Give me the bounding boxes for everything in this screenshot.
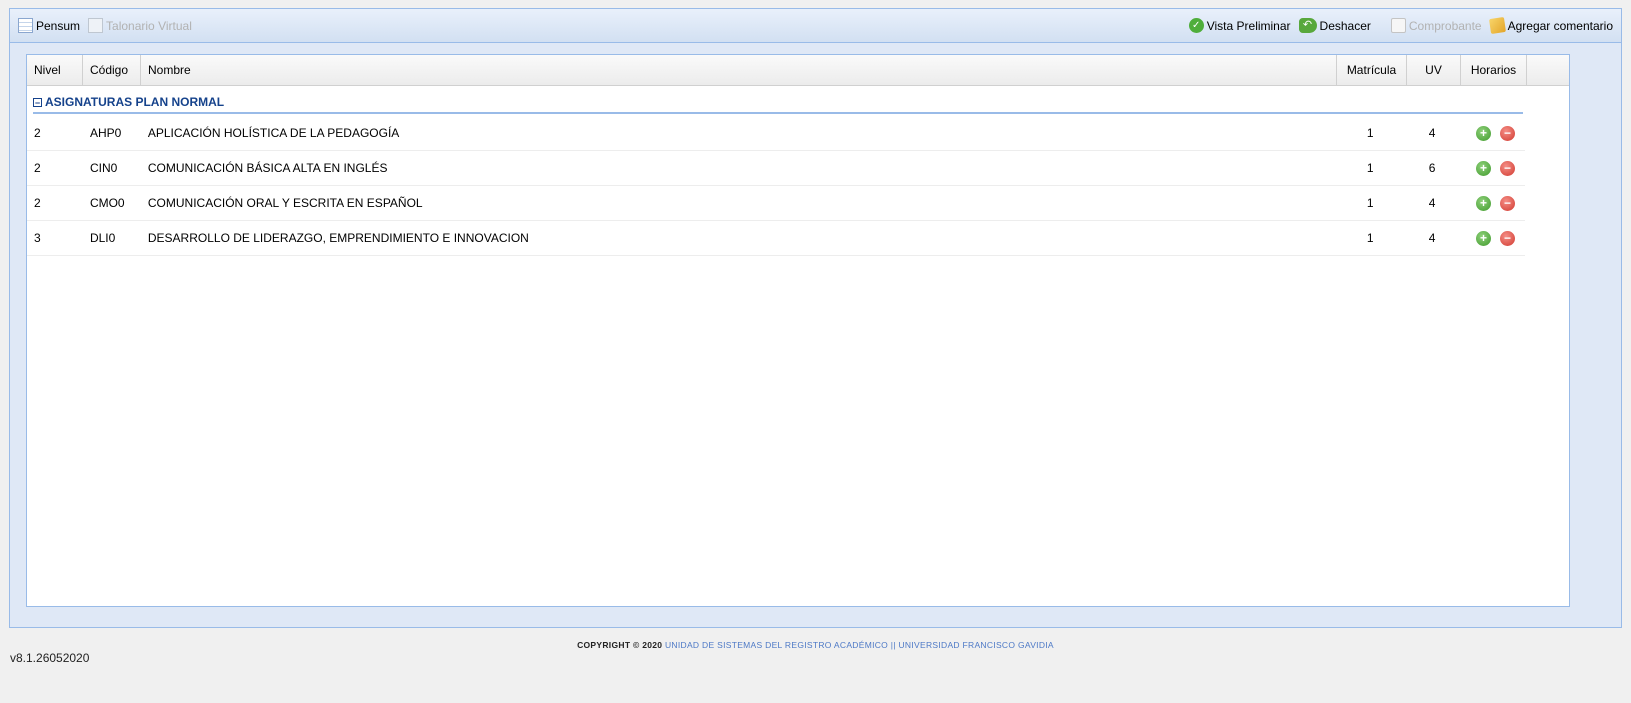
talonario-label: Talonario Virtual	[106, 18, 192, 33]
cell-nivel: 2	[34, 161, 41, 175]
grid-rows: 2 AHP0 APLICACIÓN HOLÍSTICA DE LA PEDAGO…	[27, 116, 1525, 256]
col-header-codigo[interactable]: Código	[83, 55, 141, 85]
copyright-text: COPYRIGHT © 2020	[577, 640, 663, 650]
col-header-uv[interactable]: UV	[1407, 55, 1461, 85]
cell-nombre: COMUNICACIÓN ORAL Y ESCRITA EN ESPAÑOL	[147, 196, 423, 210]
col-header-matricula[interactable]: Matrícula	[1337, 55, 1407, 85]
cell-horarios: + −	[1459, 125, 1525, 141]
cell-codigo: CIN0	[89, 161, 118, 175]
cell-horarios: + −	[1459, 195, 1525, 211]
cell-nombre: DESARROLLO DE LIDERAZGO, EMPRENDIMIENTO …	[147, 231, 529, 245]
cell-uv: 4	[1428, 196, 1436, 210]
pensum-button[interactable]: Pensum	[14, 15, 84, 37]
toolbar: Pensum Talonario Virtual ✓ Vista Prelimi…	[10, 9, 1621, 43]
cell-codigo: CMO0	[89, 196, 125, 210]
add-schedule-button[interactable]: +	[1476, 160, 1492, 176]
cell-uv: 4	[1428, 126, 1436, 140]
remove-subject-button[interactable]: −	[1500, 230, 1516, 246]
table-row[interactable]: 2 CMO0 COMUNICACIÓN ORAL Y ESCRITA EN ES…	[27, 186, 1525, 221]
group-title: ASIGNATURAS PLAN NORMAL	[45, 95, 225, 109]
table-row[interactable]: 3 DLI0 DESARROLLO DE LIDERAZGO, EMPRENDI…	[27, 221, 1525, 256]
cell-uv: 4	[1428, 231, 1436, 245]
cell-codigo: DLI0	[89, 231, 116, 245]
cell-matricula: 1	[1366, 196, 1374, 210]
group-header[interactable]: − ASIGNATURAS PLAN NORMAL	[33, 90, 1523, 114]
remove-subject-button[interactable]: −	[1500, 125, 1516, 141]
cell-matricula: 1	[1366, 161, 1374, 175]
cell-nivel: 3	[34, 231, 41, 245]
deshacer-button[interactable]: ↶ Deshacer	[1295, 15, 1375, 37]
agregar-label: Agregar comentario	[1507, 18, 1613, 33]
collapse-icon[interactable]: −	[33, 98, 42, 108]
talonario-virtual-button[interactable]: Talonario Virtual	[84, 15, 196, 37]
add-schedule-button[interactable]: +	[1476, 125, 1492, 141]
grid-icon	[18, 18, 33, 33]
col-header-nombre[interactable]: Nombre	[141, 55, 1337, 85]
cell-nombre: APLICACIÓN HOLÍSTICA DE LA PEDAGOGÍA	[147, 126, 400, 140]
remove-subject-button[interactable]: −	[1500, 195, 1516, 211]
comprobante-label: Comprobante	[1408, 18, 1482, 33]
cell-nivel: 2	[34, 126, 41, 140]
pensum-label: Pensum	[36, 18, 81, 33]
deshacer-label: Deshacer	[1319, 18, 1371, 33]
remove-subject-button[interactable]: −	[1500, 160, 1516, 176]
unidad-link[interactable]: UNIDAD DE SISTEMAS DEL REGISTRO ACADÉMIC…	[665, 640, 888, 650]
page-icon	[88, 18, 104, 33]
check-icon: ✓	[1188, 18, 1204, 33]
table-row[interactable]: 2 CIN0 COMUNICACIÓN BÁSICA ALTA EN INGLÉ…	[27, 151, 1525, 186]
footer: COPYRIGHT © 2020 UNIDAD DE SISTEMAS DEL …	[0, 640, 1631, 650]
cell-matricula: 1	[1366, 231, 1374, 245]
cell-horarios: + −	[1459, 160, 1525, 176]
add-schedule-button[interactable]: +	[1476, 195, 1492, 211]
vista-preliminar-button[interactable]: ✓ Vista Preliminar	[1185, 15, 1295, 37]
cell-uv: 6	[1428, 161, 1436, 175]
cell-matricula: 1	[1366, 126, 1374, 140]
main-panel: Pensum Talonario Virtual ✓ Vista Prelimi…	[9, 8, 1622, 628]
printer-icon	[1390, 18, 1406, 33]
col-header-horarios[interactable]: Horarios	[1461, 55, 1527, 85]
footer-separator: ||	[890, 640, 896, 650]
version-label: v8.1.26052020	[10, 651, 90, 665]
col-header-nivel[interactable]: Nivel	[27, 55, 83, 85]
cell-nivel: 2	[34, 196, 41, 210]
add-schedule-button[interactable]: +	[1476, 230, 1492, 246]
table-row[interactable]: 2 AHP0 APLICACIÓN HOLÍSTICA DE LA PEDAGO…	[27, 116, 1525, 151]
cell-nombre: COMUNICACIÓN BÁSICA ALTA EN INGLÉS	[147, 161, 388, 175]
subjects-grid: Nivel Código Nombre Matrícula UV Horario…	[26, 54, 1570, 607]
grid-header: Nivel Código Nombre Matrícula UV Horario…	[27, 55, 1569, 86]
comprobante-button[interactable]: Comprobante	[1387, 15, 1486, 37]
agregar-comentario-button[interactable]: Agregar comentario	[1486, 15, 1617, 37]
cell-horarios: + −	[1459, 230, 1525, 246]
universidad-link[interactable]: UNIVERSIDAD FRANCISCO GAVIDIA	[898, 640, 1053, 650]
comment-icon	[1488, 17, 1506, 34]
undo-icon: ↶	[1298, 18, 1317, 33]
vista-label: Vista Preliminar	[1206, 18, 1291, 33]
cell-codigo: AHP0	[89, 126, 122, 140]
